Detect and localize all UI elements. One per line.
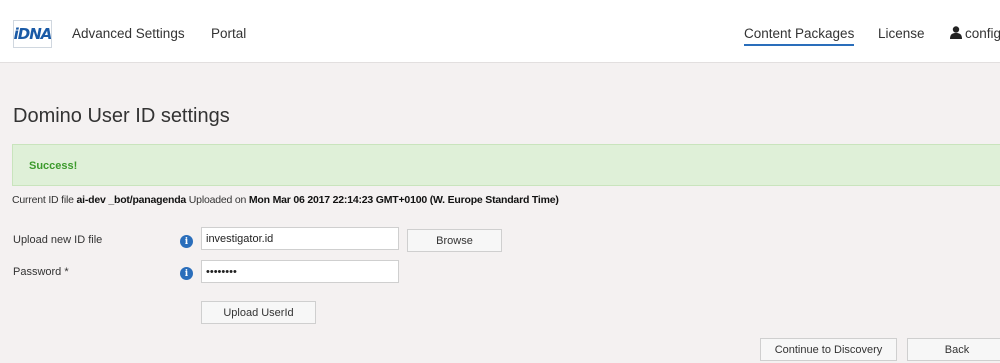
- current-id-file: ai-dev _bot/panagenda: [76, 194, 187, 206]
- success-alert: Success!: [12, 144, 1000, 186]
- current-id-date: Mon Mar 06 2017 22:14:23 GMT+0100 (W. Eu…: [248, 194, 559, 206]
- nav-license[interactable]: License: [878, 26, 925, 41]
- password-info-icon[interactable]: i: [180, 267, 193, 280]
- page-title: Domino User ID settings: [13, 105, 230, 127]
- continue-to-discovery-button[interactable]: Continue to Discovery: [760, 338, 897, 361]
- nav-advanced-settings[interactable]: Advanced Settings: [72, 26, 185, 41]
- password-field[interactable]: [201, 260, 399, 283]
- back-button[interactable]: Back: [907, 338, 1000, 361]
- success-alert-text: Success!: [29, 160, 78, 172]
- user-label: config: [965, 26, 1000, 41]
- idna-logo[interactable]: iDNA: [13, 20, 52, 48]
- current-id-info: Current ID file ai-dev _bot/panagenda Up…: [12, 194, 559, 206]
- logo-text: iDNA: [13, 25, 53, 43]
- current-id-uploaded-label: Uploaded on: [188, 194, 247, 206]
- user-menu[interactable]: config: [950, 26, 1000, 41]
- user-icon: [950, 26, 962, 39]
- password-label: Password *: [13, 266, 69, 278]
- upload-info-icon[interactable]: i: [180, 235, 193, 248]
- current-id-prefix: Current ID file: [12, 194, 74, 206]
- nav-portal[interactable]: Portal: [211, 26, 246, 41]
- browse-button[interactable]: Browse: [407, 229, 502, 252]
- top-navigation-bar: iDNA Advanced Settings Portal Content Pa…: [0, 0, 1000, 63]
- upload-id-label: Upload new ID file: [13, 234, 103, 246]
- nav-content-packages[interactable]: Content Packages: [744, 26, 855, 46]
- upload-userid-button[interactable]: Upload UserId: [201, 301, 316, 324]
- upload-file-field[interactable]: [201, 227, 399, 250]
